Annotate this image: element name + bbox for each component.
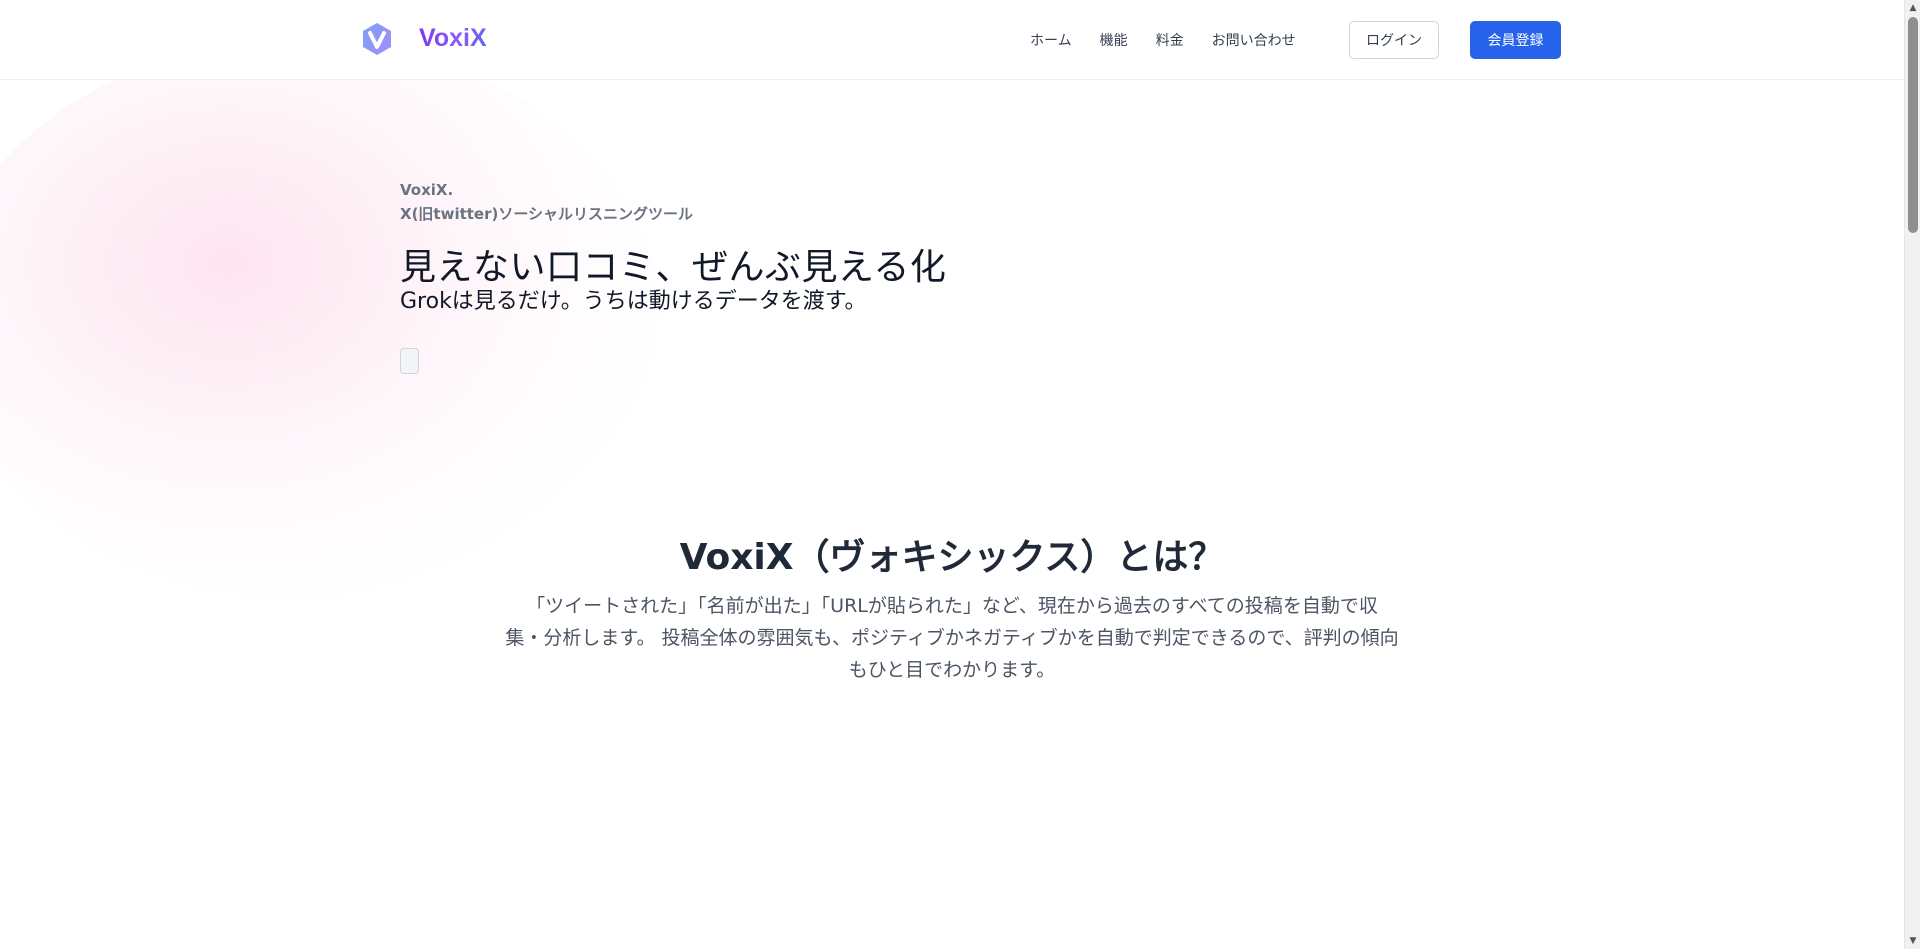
hero-kicker-tagline: X(旧twitter)ソーシャルリスニングツール xyxy=(400,205,694,223)
page-scrollbar[interactable]: ▲ ▼ xyxy=(1904,0,1920,949)
hero-subtitle: Grokは見るだけ。うちは動けるデータを渡す。 xyxy=(400,289,867,314)
hero-kicker: VoxiX. X(旧twitter)ソーシャルリスニングツール xyxy=(400,178,693,226)
login-button[interactable]: ログイン xyxy=(1349,21,1439,59)
main-nav: ホーム 機能 料金 お問い合わせ xyxy=(1030,0,1324,80)
hero-kicker-brand: VoxiX. xyxy=(400,181,454,199)
background-gradient-blob xyxy=(0,40,660,600)
v-logo-icon[interactable] xyxy=(360,22,394,56)
about-line-1: 「ツイートされた」「名前が出た」「URLが貼られた」など、現在から過去のすべての… xyxy=(526,595,1378,617)
scroll-down-arrow-icon[interactable]: ▼ xyxy=(1905,933,1920,949)
nav-item-home[interactable]: ホーム xyxy=(1030,30,1072,50)
page: VoxiX ホーム 機能 料金 お問い合わせ ログイン 会員登録 VoxiX. … xyxy=(0,0,1920,949)
signup-button[interactable]: 会員登録 xyxy=(1470,21,1561,59)
about-title: VoxiX（ヴォキシックス）とは？ xyxy=(679,537,1225,578)
scroll-up-arrow-icon[interactable]: ▲ xyxy=(1905,0,1920,16)
nav-item-pricing[interactable]: 料金 xyxy=(1156,30,1184,50)
nav-item-features[interactable]: 機能 xyxy=(1100,30,1128,50)
about-description: 「ツイートされた」「名前が出た」「URLが貼られた」など、現在から過去のすべての… xyxy=(500,590,1404,686)
site-header: VoxiX ホーム 機能 料金 お問い合わせ ログイン 会員登録 xyxy=(0,0,1904,80)
brand-name[interactable]: VoxiX xyxy=(419,24,487,53)
page-content: VoxiX ホーム 機能 料金 お問い合わせ ログイン 会員登録 VoxiX. … xyxy=(0,0,1904,949)
hero-empty-button[interactable] xyxy=(400,348,419,374)
scrollbar-thumb[interactable] xyxy=(1908,17,1918,233)
about-line-2: 集・分析します。 投稿全体の雰囲気も、ポジティブかネガティブかを自動で判定できる… xyxy=(505,627,1399,681)
nav-item-contact[interactable]: お問い合わせ xyxy=(1212,30,1296,50)
